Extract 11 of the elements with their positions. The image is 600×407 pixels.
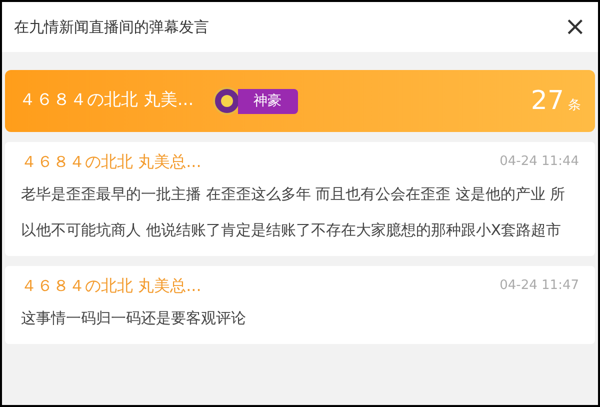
comment-time: 04-24 11:47 <box>500 277 579 296</box>
count-unit: 条 <box>568 96 581 114</box>
user-name: ４６８４の北北 丸美... <box>19 89 194 112</box>
window-title: 在九情新闻直播间的弹幕发言 <box>14 16 209 38</box>
user-name: ４６８４の北北 丸美总... <box>21 275 202 297</box>
comment-text: 老毕是歪歪最早的一批主播 在歪歪这么多年 而且也有公会在歪歪 这是他的产业 所以他不可能坑商人 他说结账了肯定是结账了不存在大家臆想的那种跟小X套路超市 <box>21 184 566 241</box>
user-name: ４６８４の北北 丸美总... <box>21 151 202 173</box>
count: 27 <box>530 84 564 118</box>
comment-text: 这事情一码归一码还是要客观评论 <box>21 308 247 329</box>
comment-time: 04-24 11:44 <box>500 153 579 172</box>
close-button[interactable]: × <box>560 14 590 40</box>
